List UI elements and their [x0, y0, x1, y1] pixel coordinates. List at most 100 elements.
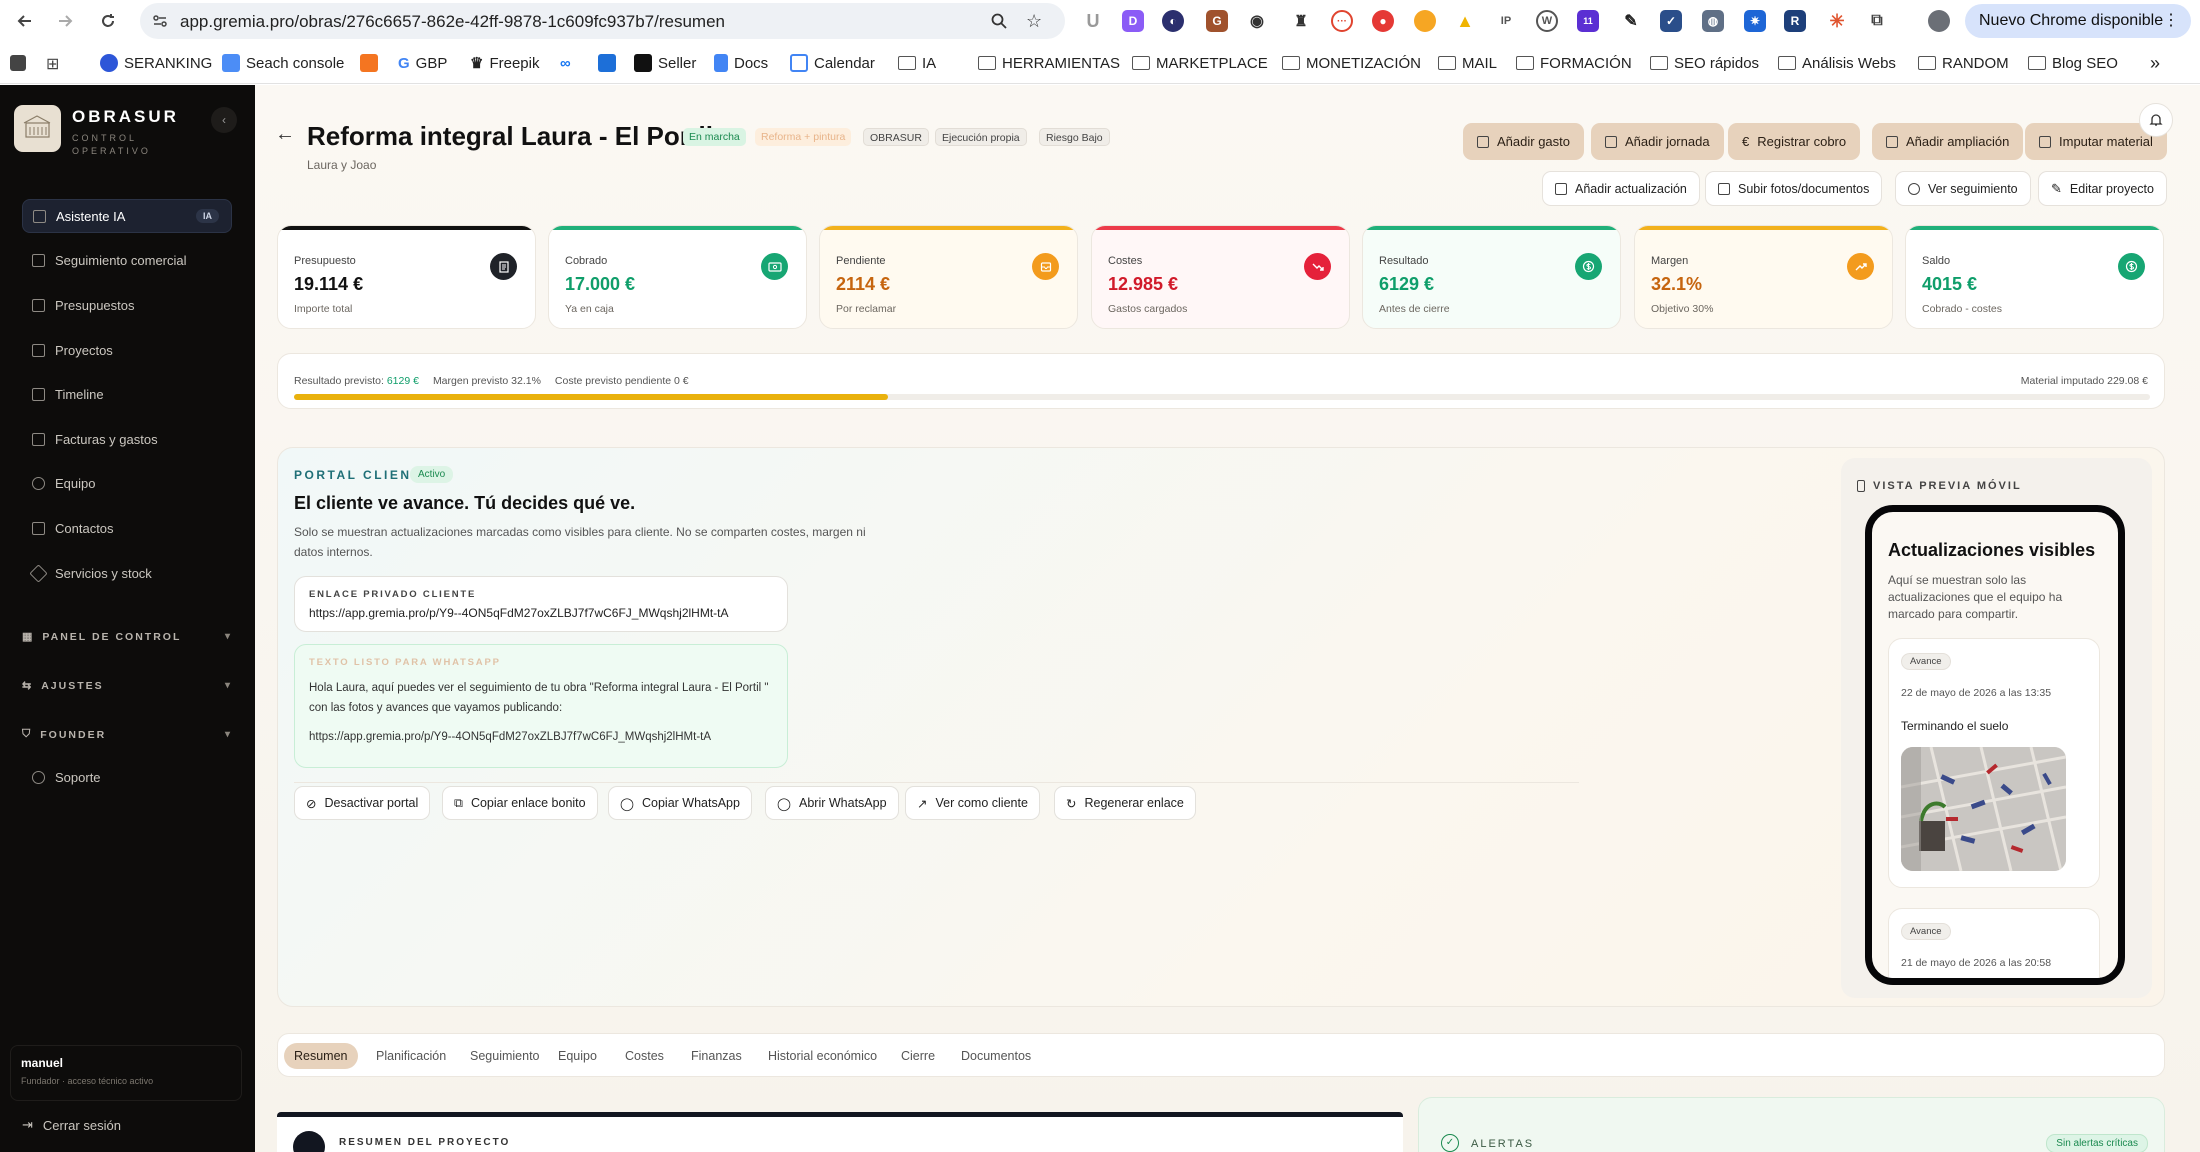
- back-icon[interactable]: [12, 8, 38, 34]
- bookmark-u[interactable]: [360, 52, 378, 74]
- copy-link-button[interactable]: ⧉ Copiar enlace bonito: [442, 786, 598, 820]
- back-arrow-icon[interactable]: ←: [275, 123, 295, 146]
- notifications-bell-icon[interactable]: [2139, 103, 2173, 137]
- tab-finanzas[interactable]: Finanzas: [681, 1043, 752, 1069]
- profile-avatar[interactable]: [1928, 10, 1950, 32]
- tab-equipo[interactable]: Equipo: [548, 1043, 607, 1069]
- bookmark-seranking[interactable]: SERANKING: [100, 52, 212, 74]
- address-bar[interactable]: app.gremia.pro/obras/276c6657-862e-42ff-…: [140, 3, 1065, 39]
- sidebar-item-servicios-stock[interactable]: Servicios y stock: [22, 556, 232, 590]
- chrome-update-button[interactable]: Nuevo Chrome disponible ⋮: [1965, 4, 2191, 38]
- chrome-menu-icon[interactable]: ⋮: [2163, 4, 2179, 38]
- sidebar-group-founder[interactable]: ⛉ FOUNDER ▾: [22, 728, 232, 741]
- view-as-client-button[interactable]: ↗ Ver como cliente: [905, 786, 1040, 820]
- copy-whatsapp-button[interactable]: ◯ Copiar WhatsApp: [608, 786, 752, 820]
- more-bookmarks-button[interactable]: »: [2150, 52, 2160, 74]
- bookmark-folder-marketplace[interactable]: MARKETPLACE: [1132, 52, 1268, 74]
- bookmark-seller[interactable]: Seller: [634, 52, 696, 74]
- add-extension-button[interactable]: Añadir ampliación: [1872, 123, 2024, 160]
- tab-documentos[interactable]: Documentos: [951, 1043, 1041, 1069]
- extension-check-icon[interactable]: ✓: [1660, 10, 1682, 32]
- bookmark-gbp[interactable]: G GBP: [398, 52, 447, 74]
- extension-dots-icon[interactable]: ···: [1331, 10, 1353, 32]
- bookmark-calendar[interactable]: Calendar: [790, 52, 875, 74]
- app-icon[interactable]: [10, 55, 26, 71]
- bookmark-docs[interactable]: Docs: [714, 52, 768, 74]
- extension-u-icon[interactable]: U: [1082, 10, 1104, 32]
- sidebar-group-panel-control[interactable]: ▦ PANEL DE CONTROL ▾: [22, 630, 232, 644]
- bookmark-meta[interactable]: ∞: [560, 52, 571, 74]
- bookmark-trello[interactable]: [598, 52, 616, 74]
- sidebar-item-asistente-ia[interactable]: Asistente IA IA: [22, 199, 232, 233]
- bookmark-folder-blog-seo[interactable]: Blog SEO: [2028, 52, 2118, 74]
- extension-orange-icon[interactable]: [1414, 10, 1436, 32]
- sidebar-item-timeline[interactable]: Timeline: [22, 377, 232, 411]
- extension-hat-icon[interactable]: ♜: [1290, 10, 1312, 32]
- private-link-url[interactable]: https://app.gremia.pro/p/Y9--4ON5qFdM27o…: [309, 606, 773, 620]
- tab-seguimiento[interactable]: Seguimiento: [460, 1043, 550, 1069]
- extension-gear-icon[interactable]: ✷: [1744, 10, 1766, 32]
- regenerate-link-button[interactable]: ↻ Regenerar enlace: [1054, 786, 1196, 820]
- bookmark-folder-monetizacion[interactable]: MONETIZACIÓN: [1282, 52, 1421, 74]
- bookmark-folder-ia[interactable]: IA: [898, 52, 936, 74]
- extension-moon-icon[interactable]: ◐: [1162, 10, 1184, 32]
- bookmark-search-console[interactable]: Seach console: [222, 52, 344, 74]
- user-card[interactable]: manuel Fundador · acceso técnico activo: [10, 1045, 242, 1101]
- bookmark-folder-mail[interactable]: MAIL: [1438, 52, 1497, 74]
- bookmark-folder-formacion[interactable]: FORMACIÓN: [1516, 52, 1632, 74]
- extension-wordpress-icon[interactable]: W: [1536, 10, 1558, 32]
- update-photo[interactable]: [1901, 747, 2066, 871]
- url-text[interactable]: app.gremia.pro/obras/276c6657-862e-42ff-…: [180, 12, 725, 32]
- apps-grid-icon[interactable]: ⊞: [46, 54, 59, 74]
- bookmark-freepik[interactable]: ♛ Freepik: [470, 52, 539, 74]
- tab-planificacion[interactable]: Planificación: [366, 1043, 456, 1069]
- forward-icon[interactable]: [52, 8, 78, 34]
- extension-spy-icon[interactable]: ◍: [1702, 10, 1724, 32]
- bookmark-folder-random[interactable]: RANDOM: [1918, 52, 2009, 74]
- sidebar-item-seguimiento-comercial[interactable]: Seguimiento comercial: [22, 243, 232, 277]
- extension-pokeball-icon[interactable]: ●: [1372, 10, 1394, 32]
- sidebar-item-soporte[interactable]: Soporte: [22, 760, 232, 794]
- reload-icon[interactable]: [95, 8, 121, 34]
- bookmark-folder-herramientas[interactable]: HERRAMIENTAS: [978, 52, 1120, 74]
- collapse-sidebar-button[interactable]: ‹: [211, 107, 237, 133]
- tab-costes[interactable]: Costes: [615, 1043, 674, 1069]
- sidebar-item-proyectos[interactable]: Proyectos: [22, 333, 232, 367]
- edit-project-button[interactable]: ✎ Editar proyecto: [2038, 171, 2167, 206]
- update-card[interactable]: Avance 21 de mayo de 2026 a las 20:58: [1888, 908, 2100, 978]
- sidebar-item-contactos[interactable]: Contactos: [22, 511, 232, 545]
- sidebar-item-equipo[interactable]: Equipo: [22, 466, 232, 500]
- sidebar-item-facturas-gastos[interactable]: Facturas y gastos: [22, 422, 232, 456]
- tab-resumen[interactable]: Resumen: [284, 1043, 358, 1069]
- tab-cierre[interactable]: Cierre: [891, 1043, 945, 1069]
- sidebar-group-ajustes[interactable]: ⇆ AJUSTES ▾: [22, 679, 232, 693]
- sidebar-item-presupuestos[interactable]: Presupuestos: [22, 288, 232, 322]
- open-whatsapp-button[interactable]: ◯ Abrir WhatsApp: [765, 786, 899, 820]
- zoom-icon[interactable]: [990, 12, 1008, 30]
- extension-bolt-icon[interactable]: ▲: [1454, 10, 1476, 32]
- extension-ip-icon[interactable]: IP: [1495, 10, 1517, 32]
- extension-claude-icon[interactable]: ✳: [1826, 10, 1848, 32]
- extension-badge-icon[interactable]: 11: [1577, 10, 1599, 32]
- site-settings-icon[interactable]: [152, 13, 168, 29]
- extensions-puzzle-icon[interactable]: ⧉: [1866, 10, 1888, 32]
- extension-d-icon[interactable]: D: [1122, 10, 1144, 32]
- private-link-box[interactable]: ENLACE PRIVADO CLIENTE https://app.gremi…: [294, 576, 788, 632]
- tab-historial-economico[interactable]: Historial económico: [758, 1043, 887, 1069]
- extension-dropper-icon[interactable]: ✎: [1620, 10, 1642, 32]
- logout-button[interactable]: ⇥ Cerrar sesión: [22, 1117, 121, 1133]
- bookmark-star-icon[interactable]: ☆: [1026, 11, 1042, 32]
- extension-g-icon[interactable]: G: [1206, 10, 1228, 32]
- bookmark-folder-seo-rapidos[interactable]: SEO rápidos: [1650, 52, 1759, 74]
- add-workday-button[interactable]: Añadir jornada: [1591, 123, 1724, 160]
- upload-files-button[interactable]: Subir fotos/documentos: [1705, 171, 1883, 206]
- register-payment-button[interactable]: € Registrar cobro: [1728, 123, 1861, 160]
- extension-pin-icon[interactable]: ◉: [1246, 10, 1268, 32]
- add-expense-button[interactable]: Añadir gasto: [1463, 123, 1584, 160]
- update-card[interactable]: Avance 22 de mayo de 2026 a las 13:35 Te…: [1888, 638, 2100, 888]
- view-tracking-button[interactable]: Ver seguimiento: [1895, 171, 2031, 206]
- whatsapp-text-box[interactable]: TEXTO LISTO PARA WHATSAPP Hola Laura, aq…: [294, 644, 788, 768]
- bookmark-folder-analisis-webs[interactable]: Análisis Webs: [1778, 52, 1896, 74]
- disable-portal-button[interactable]: ⊘ Desactivar portal: [294, 786, 431, 820]
- extension-r-icon[interactable]: R: [1784, 10, 1806, 32]
